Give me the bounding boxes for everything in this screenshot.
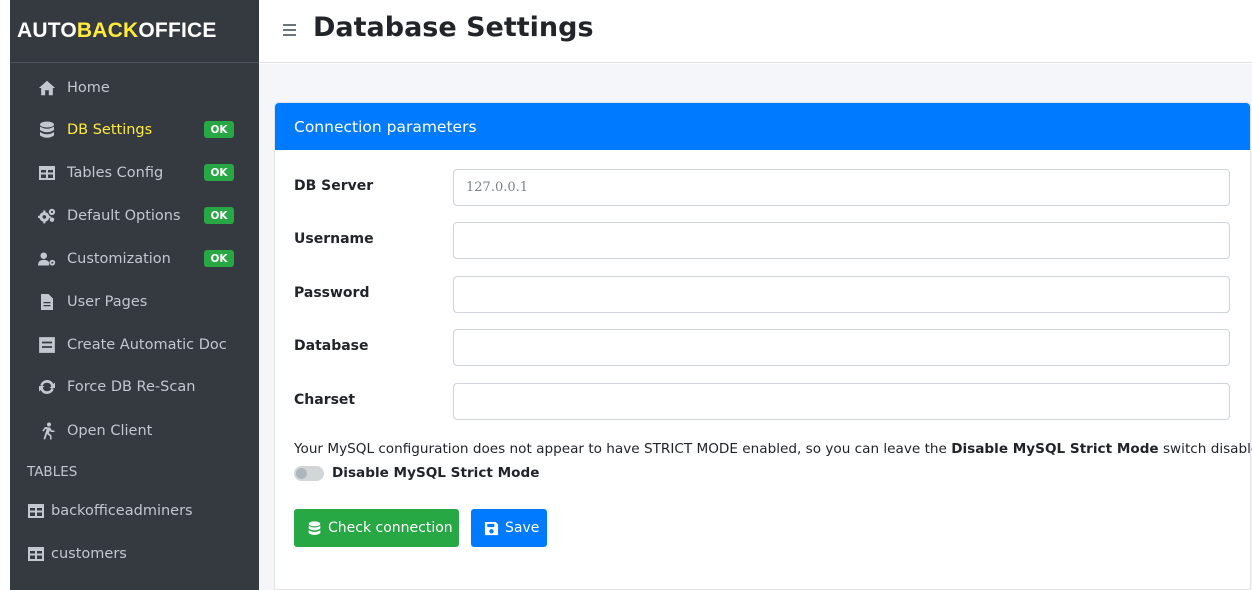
status-badge: OK (204, 164, 234, 181)
password-row: Password (294, 276, 1234, 313)
sidebar-item-table-backofficeadminers[interactable]: backofficeadminers (10, 492, 259, 530)
sidebar-item-label: DB Settings (67, 122, 153, 138)
sidebar-item-label: Create Automatic Doc (67, 337, 227, 353)
hamburger-menu-icon[interactable] (283, 24, 296, 36)
running-icon (37, 422, 57, 440)
status-badge: OK (204, 121, 234, 138)
database-icon (308, 520, 321, 535)
strict-mode-toggle[interactable] (294, 465, 324, 481)
card-title: Connection parameters (275, 103, 1250, 150)
brand-logo[interactable]: AUTO BACK OFFICE (10, 0, 259, 63)
home-icon (37, 79, 57, 97)
page-title: Database Settings (313, 12, 594, 43)
charset-input[interactable] (453, 383, 1230, 420)
table-icon (37, 164, 57, 182)
charset-row: Charset (294, 383, 1234, 420)
password-input[interactable] (453, 276, 1230, 313)
sidebar-item-customization[interactable]: Customization OK (10, 240, 259, 278)
sync-icon (37, 378, 57, 396)
note-suffix: switch disabled. (1162, 441, 1252, 457)
note-prefix: Your MySQL configuration does not appear… (294, 441, 952, 457)
database-input[interactable] (453, 329, 1230, 366)
file-icon (37, 293, 57, 311)
save-button[interactable]: Save (471, 509, 547, 547)
sidebar-item-label: backofficeadminers (51, 503, 193, 519)
username-input[interactable] (453, 222, 1230, 259)
sidebar-item-label: Tables Config (67, 165, 164, 181)
password-label: Password (294, 285, 370, 301)
sidebar-item-force-db-rescan[interactable]: Force DB Re-Scan (10, 368, 259, 406)
charset-label: Charset (294, 392, 356, 408)
db-server-label: DB Server (294, 178, 374, 194)
sidebar-item-label: Customization (67, 251, 171, 267)
save-icon (484, 521, 499, 535)
sidebar-item-label: Default Options (67, 208, 181, 224)
strict-mode-switch-row: Disable MySQL Strict Mode (294, 465, 539, 481)
sidebar: AUTO BACK OFFICE Home DB Settings OK Table… (10, 0, 259, 590)
sidebar-item-label: Home (67, 80, 110, 96)
gears-icon (37, 207, 57, 225)
sidebar-item-table-customers[interactable]: customers (10, 535, 259, 573)
status-badge: OK (204, 250, 234, 267)
save-label: Save (505, 520, 540, 536)
connection-parameters-card: Connection parameters DB Server Username… (274, 102, 1252, 590)
brand-part-back: BACK (76, 19, 139, 42)
sidebar-item-db-settings[interactable]: DB Settings OK (10, 111, 259, 149)
sidebar-item-label: Open Client (67, 423, 153, 439)
sidebar-item-tables-config[interactable]: Tables Config OK (10, 154, 259, 192)
strict-mode-switch-label[interactable]: Disable MySQL Strict Mode (332, 465, 539, 481)
sidebar-item-label: User Pages (67, 294, 148, 310)
table-icon (27, 502, 45, 520)
database-row: Database (294, 329, 1234, 366)
username-label: Username (294, 231, 374, 247)
db-server-input[interactable] (453, 169, 1230, 206)
sidebar-item-open-client[interactable]: Open Client (10, 412, 259, 450)
strict-mode-note: Your MySQL configuration does not appear… (294, 441, 1252, 457)
sidebar-item-create-automatic-doc[interactable]: Create Automatic Doc (10, 326, 259, 364)
db-server-row: DB Server (294, 169, 1234, 206)
brand-part-auto: AUTO (17, 19, 77, 42)
username-row: Username (294, 222, 1234, 259)
sidebar-item-user-pages[interactable]: User Pages (10, 283, 259, 321)
check-connection-label: Check connection (328, 520, 453, 536)
status-badge: OK (204, 207, 234, 224)
tables-section-header: TABLES (27, 464, 78, 480)
user-cog-icon (37, 250, 57, 268)
database-label: Database (294, 338, 369, 354)
top-header: Database Settings (259, 0, 1252, 63)
check-connection-button[interactable]: Check connection (294, 509, 459, 547)
sidebar-item-home[interactable]: Home (10, 69, 259, 107)
sidebar-item-label: customers (51, 546, 127, 562)
database-icon (37, 121, 57, 139)
sidebar-item-label: Force DB Re-Scan (67, 379, 196, 395)
document-icon (37, 336, 57, 354)
note-bold: Disable MySQL Strict Mode (951, 441, 1159, 457)
table-icon (27, 545, 45, 563)
toggle-knob (296, 467, 307, 479)
sidebar-item-default-options[interactable]: Default Options OK (10, 197, 259, 235)
brand-part-office: OFFICE (138, 19, 217, 42)
